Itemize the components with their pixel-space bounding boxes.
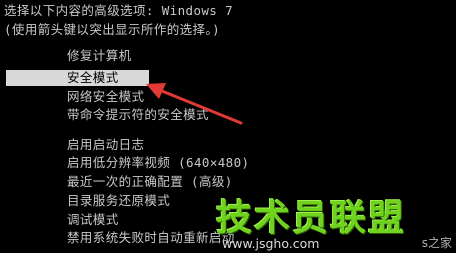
watermark-logo-text: 技术员联盟 xyxy=(216,198,407,239)
watermark-url: www.jsgho.com xyxy=(222,236,320,251)
watermark: 技术员联盟 www.jsgho.com s之家 xyxy=(216,187,456,253)
watermark-sub: s之家 xyxy=(421,236,452,250)
